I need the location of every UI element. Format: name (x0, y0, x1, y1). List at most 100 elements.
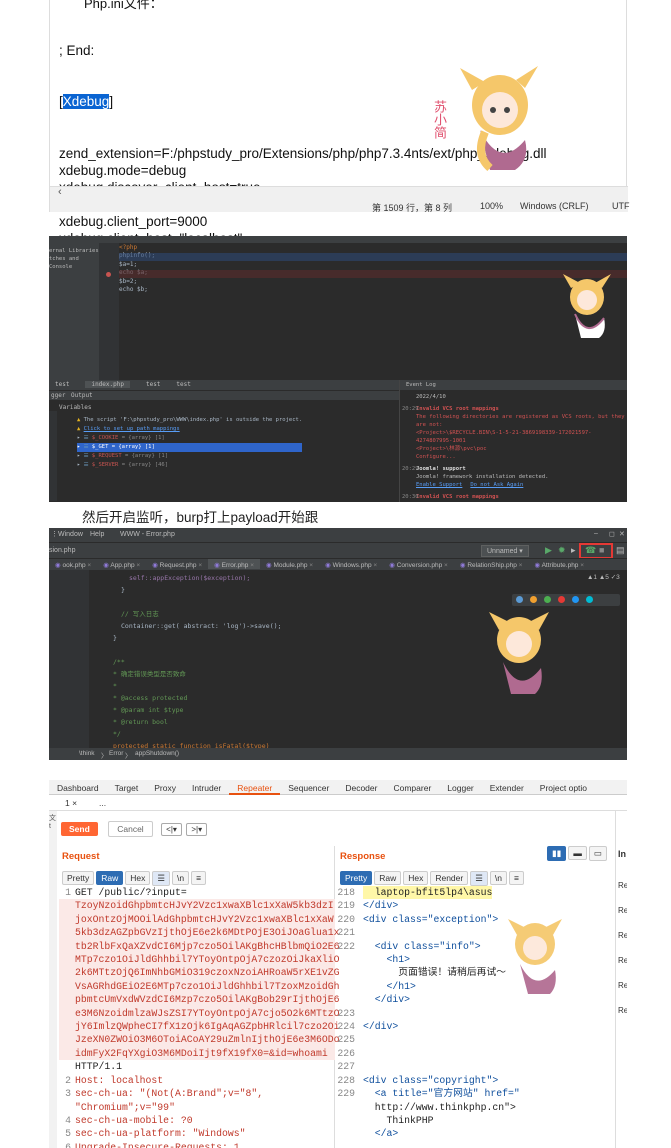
variable-row[interactable]: ▸ ☰ $_SERVER = {array} [46] (77, 461, 302, 470)
request-editor[interactable]: 1 GET /public/?input= TzoyNzoidGhpbmtcHJvY… (59, 886, 340, 1148)
burp-tab-sequencer[interactable]: Sequencer (280, 780, 337, 795)
minimize-icon[interactable]: – (594, 530, 598, 537)
debug-icon[interactable]: ✹ (558, 545, 566, 556)
newline-toggle[interactable]: \n (489, 871, 507, 885)
single-layout-icon[interactable]: ▭ (588, 846, 607, 861)
variable-row[interactable]: ▸ ☰ $_REQUEST = {array} [1] (77, 452, 302, 461)
expand-icon[interactable]: ▸ (77, 435, 84, 441)
coverage-icon[interactable]: ▸ (571, 545, 576, 556)
burp-tab-proxy[interactable]: Proxy (146, 780, 184, 795)
expand-icon[interactable]: ▸ (77, 462, 84, 468)
event-link[interactable]: Configure... (416, 453, 627, 461)
burp-tab-logger[interactable]: Logger (439, 780, 481, 795)
sidebar-item-console[interactable]: tches and Console (49, 255, 99, 271)
format-icon[interactable]: ☰ (152, 871, 170, 886)
debug-toolbar[interactable] (49, 411, 57, 501)
burp-tab-intruder[interactable]: Intruder (184, 780, 229, 795)
variable-row[interactable]: ▸ ☰ $_COOKIE = {array} [1] (77, 434, 302, 443)
file-tab[interactable]: ◉ Request.php × (146, 559, 208, 569)
hex-toggle[interactable]: Hex (125, 871, 151, 885)
status-path-root[interactable]: \think (79, 750, 95, 757)
run-config-select[interactable]: Unnamed ▾ (481, 545, 529, 557)
tab-close-icon[interactable]: × (517, 562, 523, 569)
file-tab[interactable]: ◉ ook.php × (49, 559, 97, 569)
tab-close-icon[interactable]: × (135, 562, 140, 569)
tab-close-icon[interactable]: × (372, 562, 377, 569)
close-icon[interactable]: ✕ (619, 530, 625, 538)
scroll-left-icon[interactable]: ‹ (58, 186, 62, 198)
horizontal-layout-icon[interactable]: ▬ (568, 846, 587, 860)
render-toggle[interactable]: Render (430, 871, 469, 885)
inspector-row[interactable]: Re (618, 873, 627, 898)
menu-icon[interactable]: ≡ (508, 871, 524, 885)
browser-icon[interactable] (558, 596, 565, 603)
breadcrumb[interactable]: sion.php (49, 547, 75, 554)
file-tab[interactable]: ◉ RelationShip.php × (454, 559, 529, 569)
sidebar-item-libraries[interactable]: ernal Libraries (49, 247, 99, 255)
tab-close-icon[interactable]: × (197, 562, 202, 569)
nav-forward-button[interactable]: >|▾ (186, 823, 208, 836)
repeater-tab-1[interactable]: 1 × (65, 798, 77, 808)
stop-icon[interactable]: ■ (599, 545, 604, 555)
run-icon[interactable]: ▶ (545, 545, 552, 556)
raw-toggle[interactable]: Raw (96, 871, 124, 885)
expand-icon[interactable]: ▸ (77, 453, 84, 459)
tab-close-icon[interactable]: × (248, 562, 254, 569)
pretty-toggle[interactable]: Pretty (340, 871, 373, 885)
event-link[interactable]: Enable Support (416, 481, 462, 489)
event-link[interactable]: Do not Ask Again (470, 481, 523, 489)
browser-icon[interactable] (530, 596, 537, 603)
pretty-toggle[interactable]: Pretty (62, 871, 95, 885)
listen-debug-icon[interactable]: ☎ (585, 545, 596, 556)
debug-session-tab[interactable]: test (146, 381, 160, 388)
event-link[interactable]: <Project>\$RECYCLE.BIN\S-1-5-21-38691983… (416, 429, 627, 445)
event-link[interactable]: <Project>\林源\pvc\poc (416, 445, 627, 453)
burp-tab-target[interactable]: Target (107, 780, 147, 795)
inspector-row[interactable]: Re (618, 923, 627, 948)
inspector-row[interactable]: Re (618, 998, 627, 1023)
browser-icon[interactable] (572, 596, 579, 603)
repeater-tab-more[interactable]: ... (99, 798, 106, 808)
debug-session-tab[interactable]: test (176, 381, 190, 388)
tab-close-icon[interactable]: × (578, 562, 584, 569)
debug-session-tab[interactable]: test (55, 381, 69, 388)
expand-icon[interactable]: ▸ (77, 444, 84, 450)
file-tab[interactable]: ◉ App.php × (97, 559, 146, 569)
debugger-tab[interactable]: gger (51, 392, 65, 399)
file-tab[interactable]: ◉ Conversion.php × (383, 559, 454, 569)
path-mappings-link[interactable]: Click to set up path mappings (84, 426, 180, 432)
status-path-method[interactable]: appShutdown() (135, 750, 179, 757)
browser-icon[interactable] (586, 596, 593, 603)
burp-tab-repeater[interactable]: Repeater (229, 780, 281, 795)
status-path-class[interactable]: Error (109, 750, 123, 757)
nav-back-button[interactable]: <|▾ (161, 823, 182, 836)
inspector-row[interactable]: Re (618, 973, 627, 998)
burp-tab-comparer[interactable]: Comparer (385, 780, 439, 795)
file-tab[interactable]: ◉ Error.php × (208, 559, 260, 569)
output-tab[interactable]: Output (71, 392, 93, 399)
burp-tab-project-optio[interactable]: Project optio (532, 780, 595, 795)
newline-toggle[interactable]: \n (171, 871, 190, 885)
split-layout-icon[interactable]: ▮▮ (547, 846, 567, 861)
tab-close-icon[interactable]: × (442, 562, 448, 569)
send-button[interactable]: Send (61, 822, 98, 836)
cancel-button[interactable]: Cancel (108, 821, 153, 837)
tab-close-icon[interactable]: × (307, 562, 313, 569)
burp-tab-decoder[interactable]: Decoder (337, 780, 385, 795)
burp-tab-extender[interactable]: Extender (482, 780, 532, 795)
debug-session-tab[interactable]: index.php (85, 381, 130, 388)
file-tab[interactable]: ◉ Windows.php × (319, 559, 383, 569)
layout-icon[interactable]: ▤ (616, 545, 625, 556)
menu-icon[interactable]: ≡ (191, 871, 207, 885)
format-icon[interactable]: ☰ (470, 871, 488, 886)
browser-icon[interactable] (516, 596, 523, 603)
browser-icon[interactable] (544, 596, 551, 603)
horizontal-scrollbar[interactable]: ‹ (50, 186, 628, 200)
inspector-row[interactable]: Re (618, 898, 627, 923)
breakpoint-icon[interactable] (106, 272, 111, 277)
raw-toggle[interactable]: Raw (374, 871, 402, 885)
burp-tab-dashboard[interactable]: Dashboard (49, 780, 107, 795)
maximize-icon[interactable]: ◻ (609, 530, 615, 538)
inspector-row[interactable]: Re (618, 948, 627, 973)
file-tab[interactable]: ◉ Module.php × (260, 559, 319, 569)
